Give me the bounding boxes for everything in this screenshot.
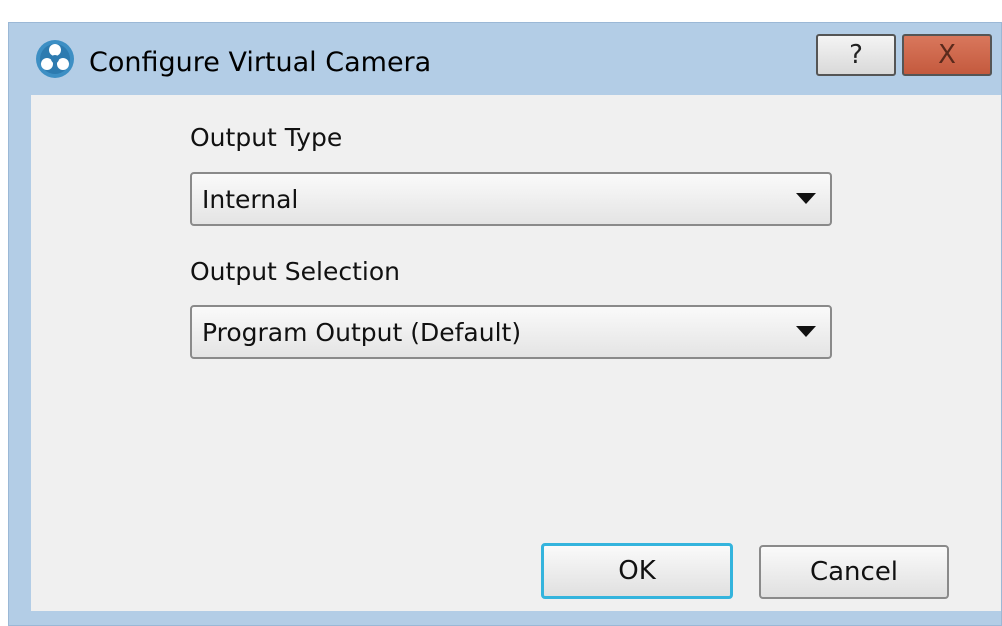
dialog-content: Output Type Internal Output Selection Pr… [31, 95, 1001, 611]
chevron-down-icon [796, 326, 816, 337]
configure-virtual-camera-dialog: Configure Virtual Camera ? X Output Type… [8, 22, 1002, 626]
close-button[interactable]: X [902, 34, 992, 76]
output-selection-label: Output Selection [190, 257, 400, 286]
help-button[interactable]: ? [816, 34, 896, 76]
window-title: Configure Virtual Camera [89, 47, 432, 78]
output-type-label: Output Type [190, 123, 343, 152]
output-selection-select[interactable]: Program Output (Default) [190, 305, 832, 359]
help-icon: ? [849, 40, 863, 70]
cancel-button[interactable]: Cancel [759, 545, 949, 599]
output-selection-value: Program Output (Default) [202, 318, 522, 347]
close-icon: X [938, 40, 956, 70]
output-type-value: Internal [202, 185, 299, 214]
title-bar[interactable]: Configure Virtual Camera ? X [9, 23, 1001, 95]
chevron-down-icon [796, 193, 816, 204]
obs-logo-icon [36, 40, 74, 78]
ok-button[interactable]: OK [541, 543, 733, 599]
output-type-select[interactable]: Internal [190, 172, 832, 226]
